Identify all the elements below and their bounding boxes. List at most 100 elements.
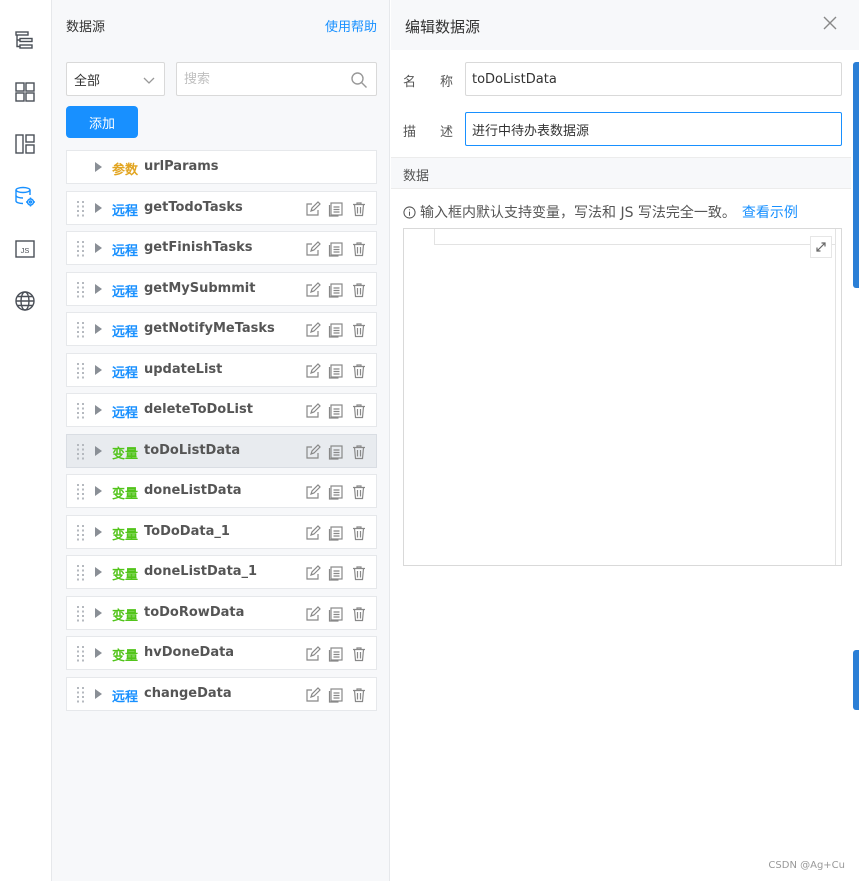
drag-handle-icon[interactable] [77, 484, 84, 500]
delete-datasource-button[interactable] [350, 443, 368, 461]
edit-datasource-button[interactable] [304, 605, 322, 623]
edit-datasource-button[interactable] [304, 281, 322, 299]
expand-caret-icon[interactable] [95, 648, 102, 658]
edit-datasource-button[interactable] [304, 200, 322, 218]
copy-datasource-button[interactable] [327, 200, 345, 218]
datasource-item[interactable]: 变量 toDoRowData [66, 595, 377, 630]
global-button[interactable] [11, 287, 39, 315]
expand-caret-icon[interactable] [95, 405, 102, 415]
drag-handle-icon[interactable] [77, 322, 84, 338]
drag-handle-icon[interactable] [77, 524, 84, 541]
datasource-item[interactable]: 远程 changeData [66, 676, 377, 711]
edit-datasource-button[interactable] [304, 321, 322, 339]
datasource-item[interactable]: 变量 hvDoneData [66, 636, 377, 670]
drag-handle-icon[interactable] [77, 686, 84, 703]
add-datasource-button[interactable]: 添加 [66, 106, 138, 138]
delete-datasource-button[interactable] [350, 240, 368, 258]
copy-datasource-button[interactable] [327, 483, 345, 501]
datasource-name: urlParams [144, 159, 219, 174]
help-link[interactable]: 使用帮助 [325, 16, 377, 35]
datasource-item[interactable]: 参数 urlParams [66, 150, 377, 184]
copy-datasource-button[interactable] [327, 443, 345, 461]
datasource-item[interactable]: 远程 getFinishTasks [66, 231, 377, 265]
edit-datasource-button[interactable] [304, 443, 322, 461]
search-icon[interactable] [350, 71, 368, 89]
code-editor-scrollbar[interactable] [835, 243, 836, 565]
copy-datasource-button[interactable] [327, 321, 345, 339]
drag-handle-icon[interactable] [77, 605, 84, 622]
datasource-button[interactable] [11, 183, 39, 211]
expand-caret-icon[interactable] [95, 445, 102, 456]
drag-handle-icon[interactable] [77, 362, 84, 379]
edit-datasource-button[interactable] [304, 362, 322, 380]
copy-datasource-button[interactable] [327, 281, 345, 299]
fullscreen-button[interactable] [810, 236, 832, 258]
copy-datasource-button[interactable] [327, 240, 345, 258]
type-filter-select[interactable]: 全部 [66, 62, 165, 96]
drag-handle-icon[interactable] [77, 565, 84, 581]
edit-datasource-button[interactable] [304, 402, 322, 420]
outline-tree-button[interactable] [11, 26, 39, 54]
delete-datasource-button[interactable] [350, 605, 368, 623]
copy-datasource-button[interactable] [327, 564, 345, 582]
datasource-item[interactable]: 变量 toDoListData [66, 433, 377, 468]
delete-datasource-button[interactable] [350, 686, 368, 704]
search-input[interactable] [177, 63, 337, 95]
delete-datasource-button[interactable] [350, 281, 368, 299]
delete-datasource-button[interactable] [350, 483, 368, 501]
delete-datasource-button[interactable] [350, 321, 368, 339]
drag-handle-icon[interactable] [77, 241, 84, 257]
name-input[interactable] [465, 62, 842, 96]
search-box[interactable] [176, 62, 377, 96]
copy-datasource-button[interactable] [327, 402, 345, 420]
datasource-item[interactable]: 变量 doneListData_1 [66, 555, 377, 589]
delete-datasource-button[interactable] [350, 524, 368, 542]
expand-caret-icon[interactable] [95, 202, 102, 213]
delete-datasource-button[interactable] [350, 362, 368, 380]
edit-datasource-button[interactable] [304, 240, 322, 258]
expand-caret-icon[interactable] [95, 567, 102, 577]
expand-caret-icon[interactable] [95, 526, 102, 537]
layout-button[interactable] [11, 130, 39, 158]
datasource-item[interactable]: 远程 getNotifyMeTasks [66, 312, 377, 346]
datasource-item[interactable]: 远程 deleteToDoList [66, 393, 377, 427]
expand-caret-icon[interactable] [95, 324, 102, 334]
close-icon[interactable] [821, 14, 839, 32]
datasource-item[interactable]: 变量 ToDoData_1 [66, 514, 377, 549]
copy-datasource-button[interactable] [327, 686, 345, 704]
expand-caret-icon[interactable] [95, 364, 102, 375]
edit-datasource-button[interactable] [304, 645, 322, 663]
copy-datasource-button[interactable] [327, 524, 345, 542]
view-example-link[interactable]: 查看示例 [742, 202, 798, 222]
edit-datasource-button[interactable] [304, 564, 322, 582]
expand-caret-icon[interactable] [95, 486, 102, 496]
drag-handle-icon[interactable] [77, 646, 84, 662]
expand-caret-icon[interactable] [95, 607, 102, 618]
components-button[interactable] [11, 78, 39, 106]
copy-datasource-button[interactable] [327, 605, 345, 623]
edit-datasource-button[interactable] [304, 686, 322, 704]
edit-datasource-button[interactable] [304, 483, 322, 501]
expand-caret-icon[interactable] [95, 162, 102, 172]
data-code-editor[interactable] [403, 228, 842, 566]
drag-handle-icon[interactable] [77, 200, 84, 217]
datasource-item[interactable]: 远程 getMySubmmit [66, 271, 377, 306]
delete-datasource-button[interactable] [350, 564, 368, 582]
expand-caret-icon[interactable] [95, 688, 102, 699]
expand-caret-icon[interactable] [95, 243, 102, 253]
expand-caret-icon[interactable] [95, 283, 102, 294]
drag-handle-icon[interactable] [77, 281, 84, 298]
copy-datasource-button[interactable] [327, 645, 345, 663]
datasource-item[interactable]: 变量 doneListData [66, 474, 377, 508]
delete-datasource-button[interactable] [350, 402, 368, 420]
description-input[interactable] [465, 112, 842, 146]
delete-datasource-button[interactable] [350, 200, 368, 218]
edit-datasource-button[interactable] [304, 524, 322, 542]
datasource-item[interactable]: 远程 updateList [66, 352, 377, 387]
drag-handle-icon[interactable] [77, 403, 84, 419]
js-button[interactable]: JS [11, 235, 39, 263]
delete-datasource-button[interactable] [350, 645, 368, 663]
datasource-item[interactable]: 远程 getTodoTasks [66, 190, 377, 225]
copy-datasource-button[interactable] [327, 362, 345, 380]
drag-handle-icon[interactable] [77, 443, 84, 460]
